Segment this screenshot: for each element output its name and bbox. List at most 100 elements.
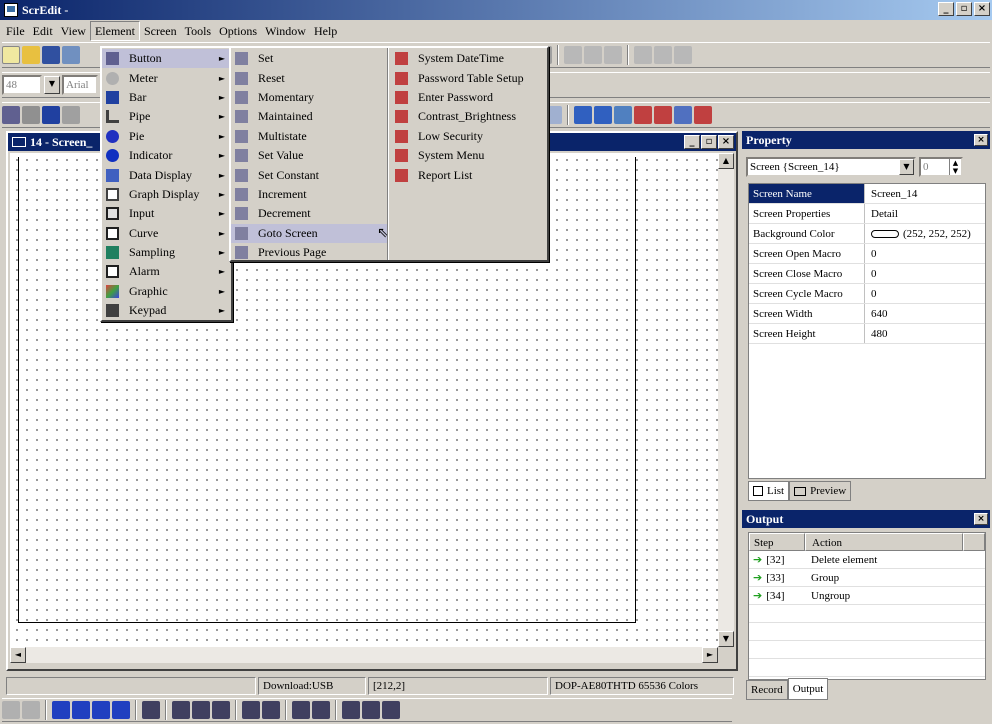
space-vertical-icon[interactable] — [312, 701, 330, 719]
menu-item-increment[interactable]: Increment — [231, 185, 387, 204]
menu-item-keypad[interactable]: Keypad ► — [102, 301, 231, 320]
menu-item-maintained[interactable]: Maintained — [231, 107, 387, 126]
upload-icon[interactable] — [654, 106, 672, 124]
align-middle-icon[interactable] — [192, 701, 210, 719]
tab-output[interactable]: Output — [787, 678, 829, 700]
align-top-icon[interactable] — [172, 701, 190, 719]
selector-dropdown-icon[interactable]: ▼ — [899, 159, 914, 175]
menu-item-enter-password[interactable]: Enter Password — [391, 88, 547, 107]
button-element-icon[interactable] — [2, 106, 20, 124]
save-all-icon[interactable] — [62, 46, 80, 64]
property-value[interactable]: Detail — [865, 204, 985, 223]
property-row[interactable]: Background Color (252, 252, 252) — [749, 224, 985, 244]
scroll-left-icon[interactable]: ◄ — [10, 647, 26, 663]
next-screen-icon[interactable] — [594, 106, 612, 124]
tab-preview[interactable]: Preview — [789, 481, 852, 501]
menu-item-input[interactable]: Input ► — [102, 204, 231, 223]
font-name-combo[interactable]: Arial — [62, 75, 98, 95]
property-close-icon[interactable]: × — [974, 134, 988, 146]
menu-item-reset[interactable]: Reset — [231, 68, 387, 87]
maximize-button[interactable]: ▫ — [956, 2, 972, 16]
layer-icon[interactable] — [564, 46, 582, 64]
layer-back-icon[interactable] — [604, 46, 622, 64]
compile-icon[interactable] — [614, 106, 632, 124]
property-row[interactable]: Screen Name Screen_14 — [749, 184, 985, 204]
scroll-down-icon[interactable]: ▼ — [718, 631, 734, 647]
menu-item-sampling[interactable]: Sampling ► — [102, 243, 231, 262]
menu-tools[interactable]: Tools — [181, 22, 216, 40]
property-row[interactable]: Screen Properties Detail — [749, 204, 985, 224]
output-row[interactable]: ➔ [32] Delete element — [749, 551, 985, 569]
layer-front-icon[interactable] — [584, 46, 602, 64]
property-row[interactable]: Screen Open Macro 0 — [749, 244, 985, 264]
menu-item-graphic[interactable]: Graphic ► — [102, 282, 231, 301]
menu-item-pipe[interactable]: Pipe ► — [102, 107, 231, 126]
close-button[interactable]: × — [974, 2, 990, 16]
menu-item-set-constant[interactable]: Set Constant — [231, 165, 387, 184]
menu-item-password-table-setup[interactable]: Password Table Setup — [391, 68, 547, 87]
property-value[interactable]: 0 — [865, 284, 985, 303]
property-row[interactable]: Screen Cycle Macro 0 — [749, 284, 985, 304]
minimize-button[interactable]: _ — [938, 2, 954, 16]
same-height-icon[interactable] — [362, 701, 380, 719]
menu-element[interactable]: Element — [89, 21, 140, 41]
color-swatch[interactable] — [871, 230, 899, 239]
property-value[interactable]: 0 — [865, 244, 985, 263]
menu-item-contrast-brightness[interactable]: Contrast_Brightness — [391, 107, 547, 126]
menu-item-low-security[interactable]: Low Security — [391, 127, 547, 146]
spinner-arrows-icon[interactable]: ▲ ▼ — [949, 159, 961, 175]
column-step[interactable]: Step — [749, 533, 805, 551]
font-size-dropdown-icon[interactable]: ▼ — [44, 76, 60, 94]
download-icon[interactable] — [634, 106, 652, 124]
output-close-icon[interactable]: × — [974, 513, 988, 525]
property-value[interactable]: 640 — [865, 304, 985, 323]
menu-item-data-display[interactable]: Data Display ► — [102, 165, 231, 184]
tab-record[interactable]: Record — [746, 680, 788, 700]
bar-element-icon[interactable] — [42, 106, 60, 124]
menu-item-previous-page[interactable]: Previous Page — [231, 243, 387, 262]
menu-file[interactable]: File — [2, 22, 29, 40]
align-left-icon[interactable] — [142, 701, 160, 719]
menu-item-momentary[interactable]: Momentary — [231, 88, 387, 107]
property-value[interactable]: 0 — [865, 264, 985, 283]
screen-minimize-button[interactable]: _ — [684, 135, 700, 149]
size-height-icon[interactable] — [674, 46, 692, 64]
center-vertical-icon[interactable] — [262, 701, 280, 719]
property-value[interactable]: (252, 252, 252) — [865, 224, 985, 243]
simulate-icon[interactable] — [674, 106, 692, 124]
menu-item-set-value[interactable]: Set Value — [231, 146, 387, 165]
column-action[interactable]: Action — [805, 533, 963, 551]
menu-item-system-menu[interactable]: System Menu — [391, 146, 547, 165]
scroll-up-icon[interactable]: ▲ — [718, 153, 734, 169]
space-horizontal-icon[interactable] — [292, 701, 310, 719]
size-width-icon[interactable] — [654, 46, 672, 64]
prev-screen-icon[interactable] — [574, 106, 592, 124]
output-row[interactable]: ➔ [33] Group — [749, 569, 985, 587]
menu-item-meter[interactable]: Meter ► — [102, 68, 231, 87]
menu-options[interactable]: Options — [215, 22, 261, 40]
menu-item-report-list[interactable]: Report List — [391, 165, 547, 184]
object-selector[interactable]: Screen {Screen_14} ▼ — [746, 157, 916, 177]
offline-simulate-icon[interactable] — [694, 106, 712, 124]
menu-window[interactable]: Window — [261, 22, 310, 40]
menu-screen[interactable]: Screen — [140, 22, 181, 40]
same-size-icon[interactable] — [382, 701, 400, 719]
menu-item-goto-screen[interactable]: Goto Screen ⇖ — [231, 223, 389, 243]
send-backward-icon[interactable] — [112, 701, 130, 719]
scroll-right-icon[interactable]: ► — [702, 647, 718, 663]
property-row[interactable]: Screen Width 640 — [749, 304, 985, 324]
menu-item-alarm[interactable]: Alarm ► — [102, 262, 231, 281]
send-back-icon[interactable] — [72, 701, 90, 719]
menu-item-graph-display[interactable]: Graph Display ► — [102, 185, 231, 204]
tab-list[interactable]: List — [748, 481, 790, 501]
menu-item-decrement[interactable]: Decrement — [231, 204, 387, 223]
align-bottom-icon[interactable] — [212, 701, 230, 719]
menu-item-system-datetime[interactable]: System DateTime — [391, 49, 547, 68]
property-value[interactable]: Screen_14 — [865, 184, 985, 203]
meter-element-icon[interactable] — [22, 106, 40, 124]
font-size-combo[interactable]: 48 — [2, 75, 42, 95]
size-icon[interactable] — [634, 46, 652, 64]
menu-view[interactable]: View — [57, 22, 90, 40]
pipe-element-icon[interactable] — [62, 106, 80, 124]
vertical-scrollbar[interactable]: ▲ ▼ — [718, 153, 734, 647]
